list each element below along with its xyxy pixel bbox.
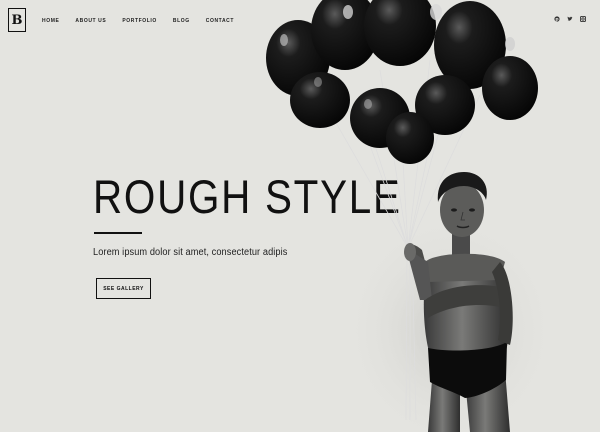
see-gallery-button[interactable]: SEE GALLERY — [96, 278, 151, 299]
nav-item-contact[interactable]: Contact — [206, 17, 234, 25]
hero-photo — [266, 0, 560, 432]
main-nav: Home About Us Portfolio Blog Contact — [42, 17, 250, 25]
black-balloons — [266, 0, 538, 164]
hero-subtitle: Lorem ipsum dolor sit amet, consectetur … — [93, 247, 288, 258]
nav-item-blog[interactable]: Blog — [173, 17, 190, 25]
nav-item-home[interactable]: Home — [42, 17, 59, 25]
title-underline — [94, 232, 142, 234]
nav-item-portfolio[interactable]: Portfolio — [122, 17, 157, 25]
nav-item-about-us[interactable]: About Us — [75, 17, 106, 25]
brand-logo[interactable]: B — [8, 8, 26, 32]
brand-logo-letter: B — [11, 12, 23, 28]
